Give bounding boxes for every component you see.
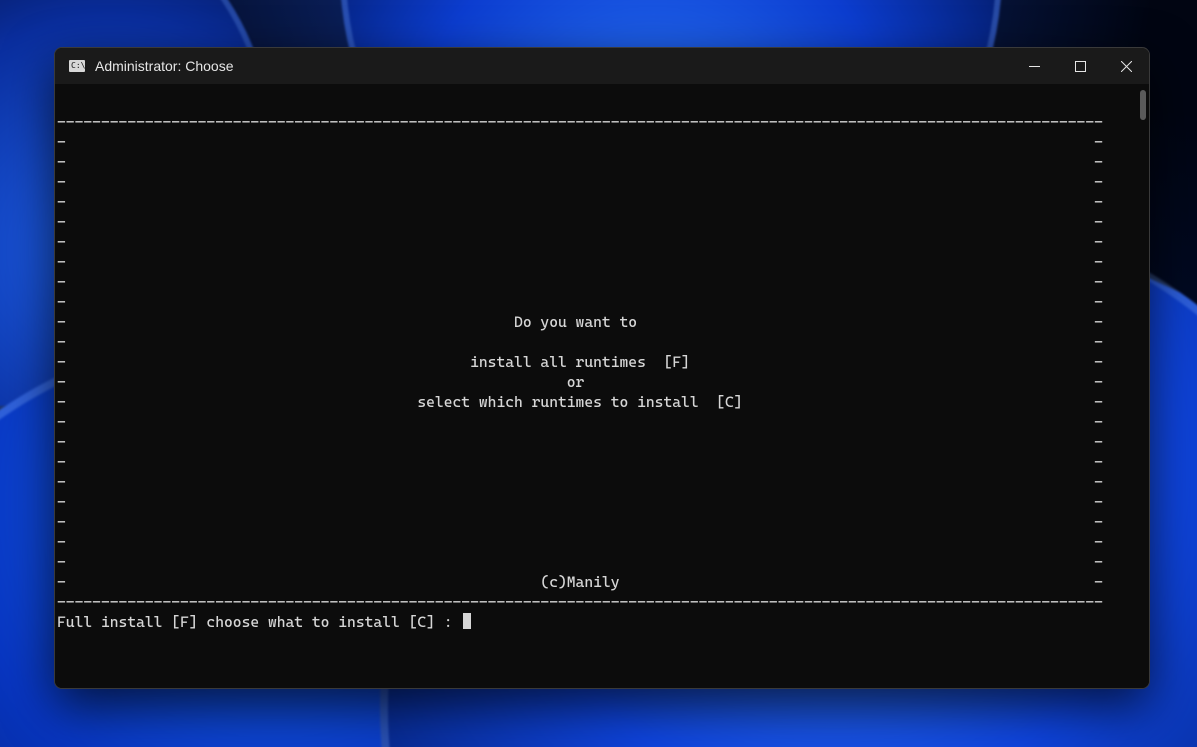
maximize-button[interactable] (1057, 48, 1103, 84)
input-cursor (463, 613, 471, 629)
minimize-button[interactable] (1011, 48, 1057, 84)
titlebar[interactable]: Administrator: Choose (55, 48, 1149, 84)
close-button[interactable] (1103, 48, 1149, 84)
cmd-icon (69, 60, 85, 72)
terminal-client-area[interactable]: ----------------------------------------… (55, 84, 1149, 688)
scrollbar-thumb[interactable] (1140, 90, 1146, 120)
scrollbar[interactable] (1135, 84, 1149, 688)
window-title: Administrator: Choose (95, 58, 234, 74)
terminal-output[interactable]: ----------------------------------------… (55, 84, 1135, 688)
terminal-window: Administrator: Choose ------------------… (54, 47, 1150, 689)
